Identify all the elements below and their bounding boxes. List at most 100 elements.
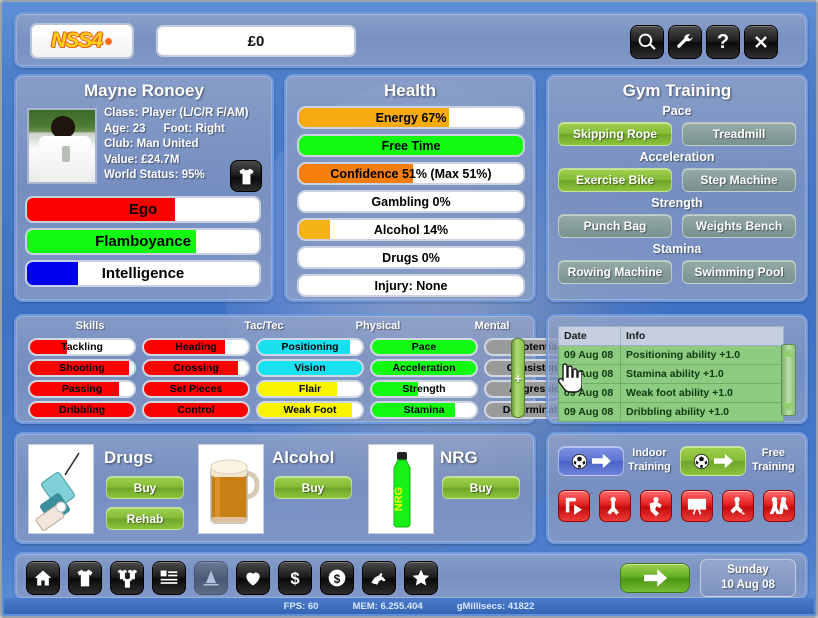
player-shirt-button[interactable] bbox=[230, 160, 262, 192]
free-training-button[interactable] bbox=[680, 446, 746, 476]
squad-button[interactable] bbox=[68, 561, 102, 595]
home-button[interactable] bbox=[26, 561, 60, 595]
table-row[interactable]: 09 Aug 08 Stamina ability +1.0 bbox=[558, 364, 784, 384]
close-button[interactable] bbox=[744, 25, 778, 59]
nrg-buy-button[interactable]: Buy bbox=[442, 476, 520, 499]
gym-button-treadmill[interactable]: Treadmill bbox=[682, 122, 796, 146]
attribute-bar-flamboyance[interactable]: Flamboyance bbox=[25, 228, 261, 255]
finance-button[interactable]: $ bbox=[278, 561, 312, 595]
gym-button-weights-bench[interactable]: Weights Bench bbox=[682, 214, 796, 238]
drugs-rehab-button[interactable]: Rehab bbox=[106, 507, 184, 530]
health-bar-label: Drugs 0% bbox=[382, 250, 440, 265]
skill-bar-control[interactable]: Control bbox=[142, 401, 250, 419]
lineup-button[interactable] bbox=[110, 561, 144, 595]
scroll-down-arrow-icon[interactable] bbox=[783, 403, 794, 414]
attribute-bar-ego[interactable]: Ego bbox=[25, 196, 261, 223]
transfers-button[interactable]: $ bbox=[320, 561, 354, 595]
gym-heading-acceleration: Acceleration bbox=[639, 150, 715, 164]
log-info: Weak foot ability +1.0 bbox=[620, 383, 784, 403]
log-info: Stamina ability +1.0 bbox=[620, 364, 784, 384]
skill-bar-pace[interactable]: Pace bbox=[370, 338, 478, 356]
table-row[interactable]: 09 Aug 08 Dribbling ability +1.0 bbox=[558, 402, 784, 422]
arrow-right-icon bbox=[713, 453, 733, 469]
table-row[interactable]: 09 Aug 08 Weak foot ability +1.0 bbox=[558, 383, 784, 403]
health-bar-0[interactable]: Energy 67% bbox=[297, 106, 525, 129]
favourites-button[interactable] bbox=[404, 561, 438, 595]
health-bar-5[interactable]: Drugs 0% bbox=[297, 246, 525, 269]
skill-column-header-physical: Physical bbox=[355, 320, 401, 332]
skill-bar-stamina[interactable]: Stamina bbox=[370, 401, 478, 419]
skill-bar-dribbling[interactable]: Dribbling bbox=[28, 401, 136, 419]
substances-shop-panel: Drugs Buy Rehab Alcohol Buy NRG NRG Buy bbox=[14, 432, 536, 544]
drill-tackle-button[interactable] bbox=[763, 490, 795, 522]
health-bar-label: Free Time bbox=[381, 138, 441, 153]
skill-bar-set-pieces[interactable]: Set Pieces bbox=[142, 380, 250, 398]
table-button[interactable] bbox=[152, 561, 186, 595]
indoor-training-button[interactable] bbox=[558, 446, 624, 476]
log-date: 09 Aug 08 bbox=[558, 345, 621, 365]
drill-running-icon bbox=[730, 496, 745, 515]
gym-button-swimming-pool[interactable]: Swimming Pool bbox=[682, 260, 796, 284]
status-fps: FPS: 60 bbox=[283, 600, 319, 612]
indoor-line1: Indoor bbox=[632, 447, 667, 459]
skill-bar-passing[interactable]: Passing bbox=[28, 380, 136, 398]
drill-player-button[interactable] bbox=[599, 490, 631, 522]
alcohol-buy-button[interactable]: Buy bbox=[274, 476, 352, 499]
attribute-label: Ego bbox=[128, 201, 158, 218]
drill-running-button[interactable] bbox=[722, 490, 754, 522]
beer-mug-image bbox=[210, 459, 260, 524]
health-bar-4[interactable]: Alcohol 14% bbox=[297, 218, 525, 241]
skill-bar-flair[interactable]: Flair bbox=[256, 380, 364, 398]
drill-corner-button[interactable] bbox=[558, 490, 590, 522]
health-button[interactable] bbox=[236, 561, 270, 595]
attribute-bar-intelligence[interactable]: Intelligence bbox=[25, 260, 261, 287]
drill-goal-button[interactable] bbox=[681, 490, 713, 522]
wrench-icon bbox=[677, 34, 693, 48]
tools-button[interactable] bbox=[668, 25, 702, 59]
skill-bar-acceleration[interactable]: Acceleration bbox=[370, 359, 478, 377]
drugs-buy-button[interactable]: Buy bbox=[106, 476, 184, 499]
player-age: Age: 23 bbox=[104, 122, 146, 135]
skill-bar-strength[interactable]: Strength bbox=[370, 380, 478, 398]
dollar-icon: $ bbox=[290, 569, 300, 588]
training-cone-button[interactable] bbox=[194, 561, 228, 595]
gym-button-punch-bag[interactable]: Punch Bag bbox=[558, 214, 672, 238]
health-bar-3[interactable]: Gambling 0% bbox=[297, 190, 525, 213]
skill-bar-weak-foot[interactable]: Weak Foot bbox=[256, 401, 364, 419]
gym-button-exercise-bike[interactable]: Exercise Bike bbox=[558, 168, 672, 192]
scroll-up-arrow-icon[interactable] bbox=[783, 346, 794, 357]
skill-bar-label: Positioning bbox=[281, 341, 339, 353]
help-button[interactable]: ? bbox=[706, 25, 740, 59]
health-title: Health bbox=[384, 81, 436, 100]
advance-day-button[interactable] bbox=[620, 563, 690, 593]
skills-scroll-slider[interactable]: + bbox=[511, 338, 525, 418]
syringe-image bbox=[35, 452, 80, 531]
health-bar-1[interactable]: Free Time bbox=[297, 134, 525, 157]
skill-bar-heading[interactable]: Heading bbox=[142, 338, 250, 356]
skill-bar-label: Vision bbox=[294, 362, 326, 374]
health-panel: Health Energy 67% Free Time Confidence 51%… bbox=[284, 74, 536, 302]
drugs-label: Drugs bbox=[104, 448, 154, 467]
health-bar-6[interactable]: Injury: None bbox=[297, 274, 525, 297]
skill-bar-label: Control bbox=[177, 404, 215, 416]
skill-bar-shooting[interactable]: Shooting bbox=[28, 359, 136, 377]
skill-bar-crossing[interactable]: Crossing bbox=[142, 359, 250, 377]
gym-button-step-machine[interactable]: Step Machine bbox=[682, 168, 796, 192]
log-scrollbar[interactable] bbox=[781, 344, 796, 416]
training-panel: Indoor Training Free Training bbox=[546, 432, 808, 544]
table-row[interactable]: 09 Aug 08 Positioning ability +1.0 bbox=[558, 345, 784, 365]
search-button[interactable] bbox=[630, 25, 664, 59]
horse-button[interactable] bbox=[362, 561, 396, 595]
gym-button-rowing-machine[interactable]: Rowing Machine bbox=[558, 260, 672, 284]
skill-bar-tackling[interactable]: Tackling bbox=[28, 338, 136, 356]
top-bar: NSS4 £0 ? bbox=[14, 12, 808, 68]
logo-text: NSS4 bbox=[51, 29, 103, 52]
drill-corner-icon bbox=[565, 497, 582, 515]
skill-column-header-skills: Skills bbox=[75, 320, 105, 332]
drill-shooting-button[interactable] bbox=[640, 490, 672, 522]
skill-bar-positioning[interactable]: Positioning bbox=[256, 338, 364, 356]
indoor-training-label: Indoor Training bbox=[628, 446, 671, 474]
gym-button-skipping-rope[interactable]: Skipping Rope bbox=[558, 122, 672, 146]
health-bar-2[interactable]: Confidence 51% (Max 51%) bbox=[297, 162, 525, 185]
skill-bar-vision[interactable]: Vision bbox=[256, 359, 364, 377]
